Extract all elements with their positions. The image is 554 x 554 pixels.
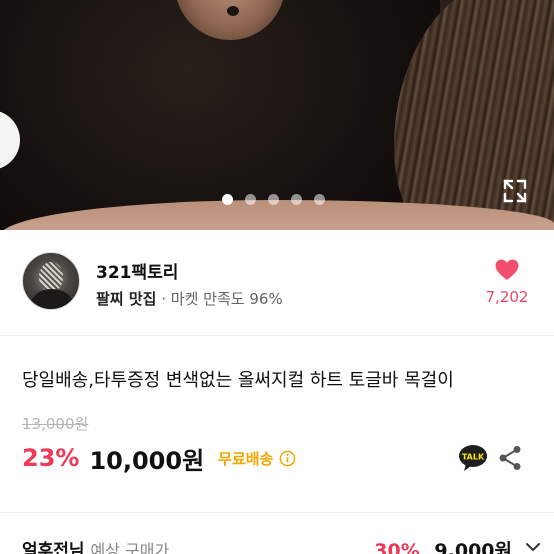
seller-badge: 팔찌 맛집 [96,290,157,308]
expected-price-row[interactable]: 얼후전님 예상 구매가 30% 9,000원 [22,536,542,554]
expected-price-title: 얼후전님 [22,541,85,554]
expand-icon[interactable] [502,178,528,204]
kakaotalk-icon[interactable]: TALK [458,444,488,472]
separator: · [161,290,166,308]
like-button[interactable]: 7,202 [482,258,532,306]
carousel-dot[interactable] [245,194,256,205]
share-icon[interactable] [498,445,522,471]
seller-meta: 팔찌 맛집 · 마켓 만족도 96% [96,288,283,309]
price-row: 23% 10,000원 무료배송 [22,441,296,475]
seller-section[interactable]: 321팩토리 팔찌 맛집 · 마켓 만족도 96% 7,202 [0,230,554,336]
divider [0,512,554,513]
heart-icon[interactable] [494,258,520,282]
discount-rate: 23% [22,444,80,472]
info-icon[interactable] [279,450,296,467]
sale-price: 10,000원 [89,446,205,475]
carousel-dot[interactable] [222,194,233,205]
free-shipping-label: 무료배송 [218,449,274,468]
original-price: 13,000원 [22,415,89,433]
satisfaction-label: 마켓 만족도 96% [170,290,283,308]
expected-price: 9,000원 [434,540,512,554]
like-count: 7,202 [485,288,529,306]
carousel-indicator [222,194,325,205]
expected-discount: 30% [374,540,420,554]
avatar[interactable] [22,252,80,310]
carousel-dot[interactable] [314,194,325,205]
talk-label: TALK [462,453,485,462]
expected-price-subtitle: 예상 구매가 [90,541,170,554]
carousel-dot[interactable] [268,194,279,205]
seller-name[interactable]: 321팩토리 [96,258,178,283]
product-title: 당일배송,타투증정 변색없는 올써지컬 하트 토글바 목걸이 [22,370,454,391]
carousel-dot[interactable] [291,194,302,205]
chevron-down-icon[interactable] [524,538,542,554]
product-image-carousel[interactable] [0,0,554,230]
